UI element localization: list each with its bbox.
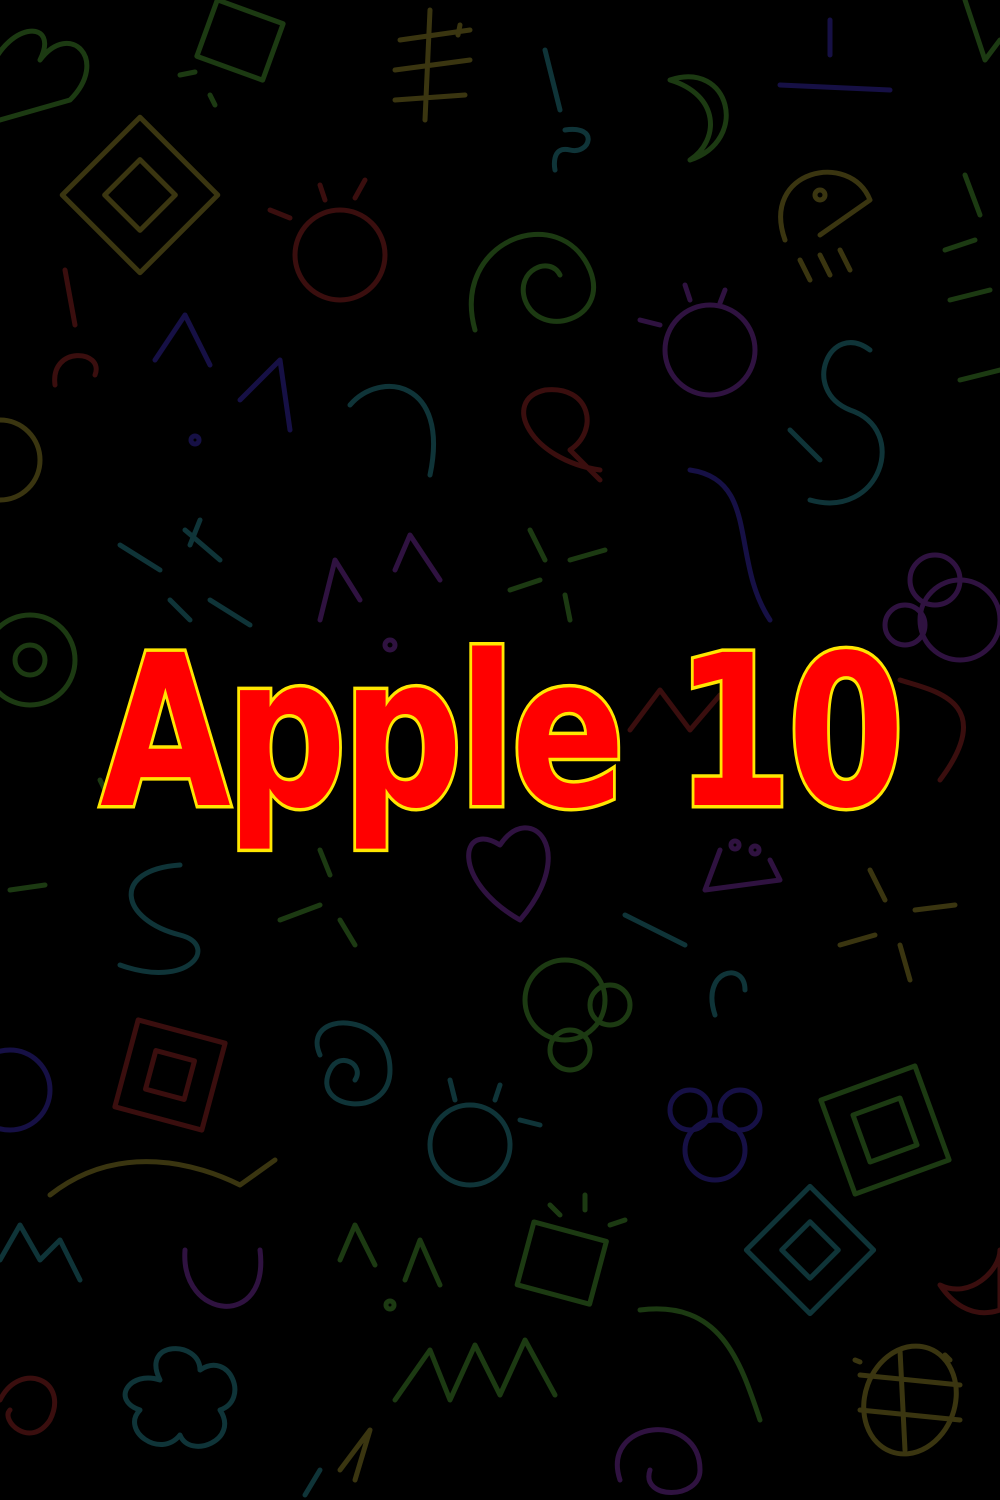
exclaim-doodle <box>52 267 99 388</box>
wave-doodle <box>47 1157 278 1198</box>
square-doodle <box>194 0 286 83</box>
dash-doodle <box>942 172 983 253</box>
dash-doodle <box>177 69 218 108</box>
diamond-doodle <box>818 1063 952 1197</box>
arc-doodle <box>347 383 437 478</box>
ring-doodle <box>0 1047 53 1133</box>
title-outline: Apple 10 <box>100 610 900 855</box>
spiral-doodle <box>468 231 596 333</box>
loop-doodle <box>0 1375 58 1436</box>
square-doodle <box>514 1219 609 1307</box>
sun-doodle <box>427 1102 513 1188</box>
wave-doodle <box>637 1306 763 1423</box>
title-graphic: Apple 10 <box>97 607 910 859</box>
exclaim-doodle <box>542 47 591 173</box>
wave-doodle <box>687 467 773 623</box>
zigzag-doodle <box>392 1337 558 1403</box>
poster-background: Apple 10 <box>0 0 1000 1500</box>
globe-doodle <box>861 1343 959 1457</box>
heart-doodle <box>0 28 90 123</box>
ring-doodle <box>0 417 43 503</box>
loop-doodle <box>521 387 603 483</box>
zigzag-doodle <box>0 1222 83 1283</box>
dash-doodle <box>777 17 893 93</box>
triangle-doodle <box>962 0 1000 63</box>
exclaim-doodle <box>622 912 748 1018</box>
dash-doodle <box>547 1192 628 1228</box>
spiral-doodle <box>314 1020 393 1107</box>
flower-doodle <box>122 1346 238 1449</box>
s-curve-doodle <box>787 340 885 506</box>
diamond-doodle <box>59 114 221 276</box>
dash-doodle <box>947 287 1000 383</box>
ghost-doodle <box>778 169 873 283</box>
zigzag-doodle <box>337 1222 443 1288</box>
spiral-doodle <box>615 1427 703 1495</box>
diamond-doodle <box>112 1017 228 1133</box>
dash-doodle <box>302 1467 323 1498</box>
diamond-doodle <box>102 157 178 233</box>
sun-doodle <box>662 302 758 398</box>
sun-doodle <box>292 207 388 303</box>
arc-doodle <box>182 1247 264 1309</box>
moon-doodle <box>937 1247 1000 1316</box>
moon-doodle <box>667 74 729 163</box>
bubble-doodle <box>587 982 633 1028</box>
hash-doodle <box>392 7 473 123</box>
title-block: Apple 10 <box>0 600 1000 900</box>
bubble-doodle <box>682 1117 748 1183</box>
zigzag-doodle <box>152 312 293 433</box>
diamond-doodle <box>743 1183 877 1317</box>
bubble-doodle <box>547 1027 593 1073</box>
sun-rays-doodle <box>447 1077 543 1128</box>
